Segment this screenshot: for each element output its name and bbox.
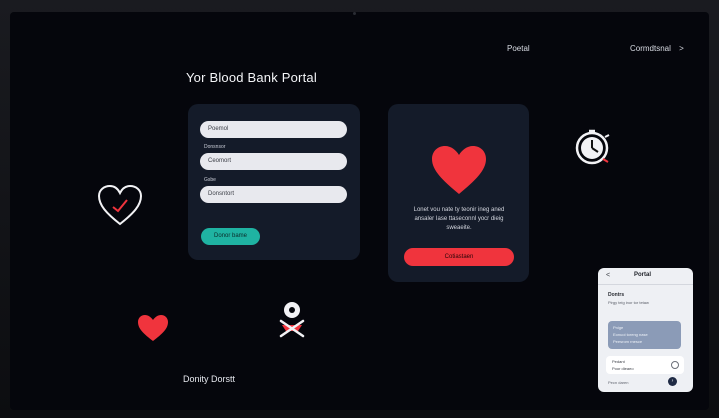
heart-icon: [138, 315, 168, 341]
phone-preview: < Portal Dontrs Pirgy teig inor tor teta…: [598, 268, 693, 392]
donor-icon: [279, 302, 305, 338]
camera-dot: [353, 12, 356, 15]
field-label-donor: Donsnsor: [204, 144, 226, 150]
phone-row-title: Pedant: [612, 359, 625, 364]
heart-check-icon: [97, 184, 143, 226]
info-text: Lonet vou nate ty teonir ineg aned ansal…: [413, 207, 505, 231]
footer-text: Donity Dorstt: [183, 374, 236, 384]
submit-button[interactable]: Donor bame: [201, 228, 260, 245]
nav-link-portal[interactable]: Poetal: [507, 44, 530, 53]
phone-card-line: Eonuoi toreng nase: [613, 332, 648, 337]
phone-card-line: Peesrom rnesce: [613, 339, 643, 344]
page-title: Yor Blood Bank Portal: [186, 70, 317, 85]
phone-footer-text: Pecn daren: [608, 380, 629, 385]
next-button[interactable]: ›: [668, 377, 677, 386]
phone-card-line: Pnige: [613, 325, 624, 330]
first-field[interactable]: Poemol: [200, 121, 347, 138]
phone-row-subtitle: Poor dieaeo: [612, 366, 634, 371]
phone-list-row[interactable]: Pedant Poor dieaeo: [606, 356, 684, 374]
back-icon[interactable]: <: [606, 272, 610, 279]
clock-icon: [575, 129, 610, 165]
continue-button[interactable]: Cotiastaen: [404, 248, 514, 266]
chevron-right-icon: >: [679, 44, 684, 53]
heart-icon: [432, 146, 486, 194]
phone-subtext: Pirgy teig inor tor tetaw: [608, 300, 649, 305]
info-card: Lonet vou nate ty teonir ineg aned ansal…: [388, 104, 529, 282]
donor-form-card: Poemol Donsnsor Ceomort Gsbe Donsntort D…: [188, 104, 360, 260]
field-label-gsbe: Gsbe: [204, 177, 216, 183]
third-field[interactable]: Donsntort: [200, 186, 347, 203]
nav-link-label: Cormdtsnal: [630, 44, 671, 53]
donor-field[interactable]: Ceomort: [200, 153, 347, 170]
nav-link-continue[interactable]: Cormdtsnal >: [630, 44, 684, 53]
phone-info-card[interactable]: Pnige Eonuoi toreng nase Peesrom rnesce: [608, 321, 681, 349]
refresh-icon[interactable]: [670, 360, 680, 370]
phone-section-title: Dontrs: [608, 292, 625, 298]
phone-title: Portal: [634, 272, 652, 278]
